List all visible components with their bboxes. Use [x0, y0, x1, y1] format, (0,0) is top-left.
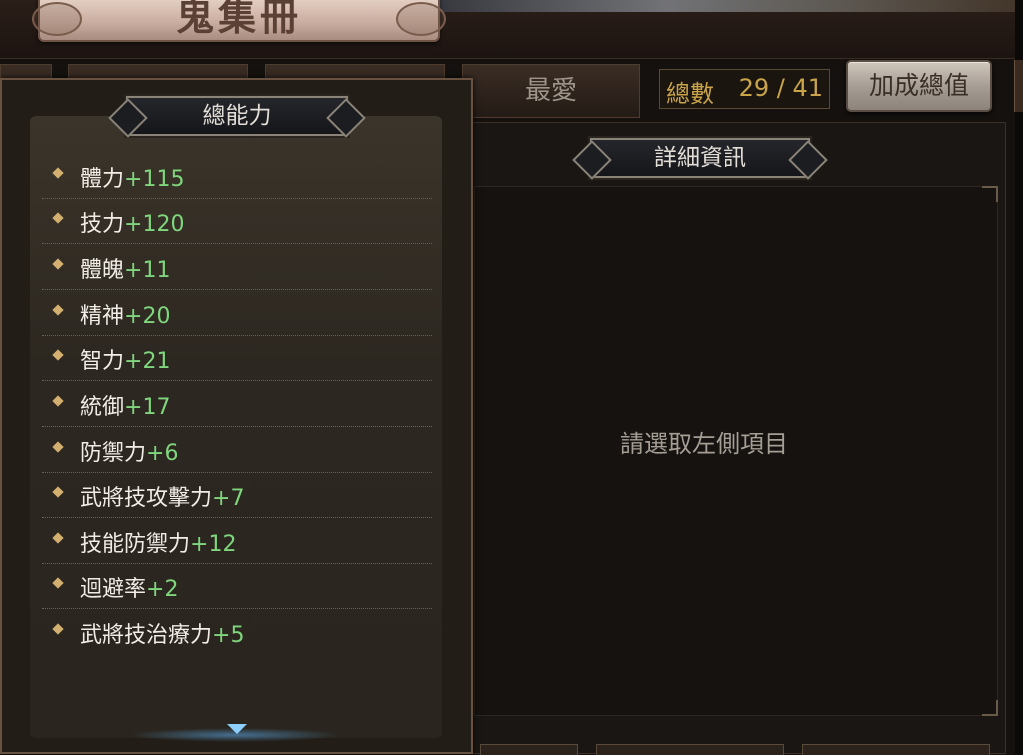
- title-plate: 鬼集冊: [32, 0, 446, 42]
- stat-value: +7: [212, 486, 245, 511]
- stat-row: 技力+120: [42, 198, 432, 244]
- corner-ornament-icon: [982, 186, 998, 202]
- diamond-bullet-icon: [52, 623, 64, 635]
- diamond-bullet-icon: [52, 304, 64, 316]
- diamond-bullet-icon: [52, 258, 64, 270]
- page-title: 鬼集冊: [175, 0, 302, 39]
- stat-name: 體力: [80, 167, 125, 192]
- stat-value: +120: [124, 212, 185, 237]
- stat-row: 體力+115: [42, 153, 432, 199]
- diamond-bullet-icon: [52, 577, 64, 589]
- corner-ornament-icon: [982, 700, 998, 716]
- stat-name: 技力: [80, 212, 125, 237]
- stat-value: +11: [124, 258, 171, 283]
- stat-name: 智力: [80, 349, 125, 374]
- stats-header-label: 總能力: [202, 103, 272, 129]
- bottom-button[interactable]: [596, 744, 784, 755]
- stats-header: 總能力: [126, 96, 348, 136]
- total-count-value: 29 / 41: [738, 74, 823, 102]
- stat-name: 武將技攻擊力: [80, 486, 213, 511]
- bonus-total-button[interactable]: 加成總值: [846, 60, 992, 112]
- stat-name: 武將技治療力: [80, 623, 213, 648]
- stat-row: 迴避率+2: [42, 563, 432, 609]
- stat-value: +6: [146, 441, 179, 466]
- stat-name: 精神: [80, 304, 125, 329]
- stat-row: 武將技治療力+5: [42, 609, 432, 654]
- stat-value: +20: [124, 304, 171, 329]
- stat-row: 技能防禦力+12: [42, 518, 432, 564]
- diamond-bullet-icon: [52, 212, 64, 224]
- stat-row: 統御+17: [42, 381, 432, 427]
- tab-favorites-label: 最愛: [524, 76, 577, 106]
- total-count-box: 總數 29 / 41: [659, 69, 830, 109]
- total-count-label: 總數: [666, 80, 714, 108]
- scroll-down-icon[interactable]: [227, 724, 247, 734]
- stat-name: 技能防禦力: [80, 532, 191, 557]
- stat-name: 體魄: [80, 258, 125, 283]
- bottom-button[interactable]: [480, 744, 578, 755]
- detail-header-label: 詳細資訊: [654, 145, 746, 171]
- stat-value: +115: [124, 167, 185, 192]
- window-edge: [1015, 0, 1023, 754]
- stat-name: 迴避率: [80, 577, 147, 602]
- diamond-bullet-icon: [52, 441, 64, 453]
- diamond-bullet-icon: [52, 486, 64, 498]
- stat-name: 防禦力: [80, 441, 147, 466]
- stat-value: +12: [190, 532, 237, 557]
- top-scenery-strip: [430, 0, 1023, 12]
- stat-value: +5: [212, 623, 245, 648]
- stat-value: +17: [124, 395, 171, 420]
- stat-row: 體魄+11: [42, 244, 432, 290]
- diamond-bullet-icon: [52, 532, 64, 544]
- diamond-bullet-icon: [52, 167, 64, 179]
- stat-row: 精神+20: [42, 290, 432, 336]
- side-tab[interactable]: [1014, 60, 1023, 112]
- tab-favorites[interactable]: 最愛: [462, 64, 640, 118]
- diamond-bullet-icon: [52, 395, 64, 407]
- stat-row: 武將技攻擊力+7: [42, 472, 432, 518]
- stat-value: +2: [146, 577, 179, 602]
- stat-row: 防禦力+6: [42, 427, 432, 473]
- bonus-total-button-label: 加成總值: [868, 71, 969, 100]
- stat-value: +21: [124, 349, 171, 374]
- detail-empty-message: 請選取左側項目: [620, 430, 788, 458]
- stat-name: 統御: [80, 395, 125, 420]
- diamond-bullet-icon: [52, 349, 64, 361]
- detail-header: 詳細資訊: [590, 138, 810, 178]
- bottom-button[interactable]: [802, 744, 990, 755]
- stat-row: 智力+21: [42, 335, 432, 381]
